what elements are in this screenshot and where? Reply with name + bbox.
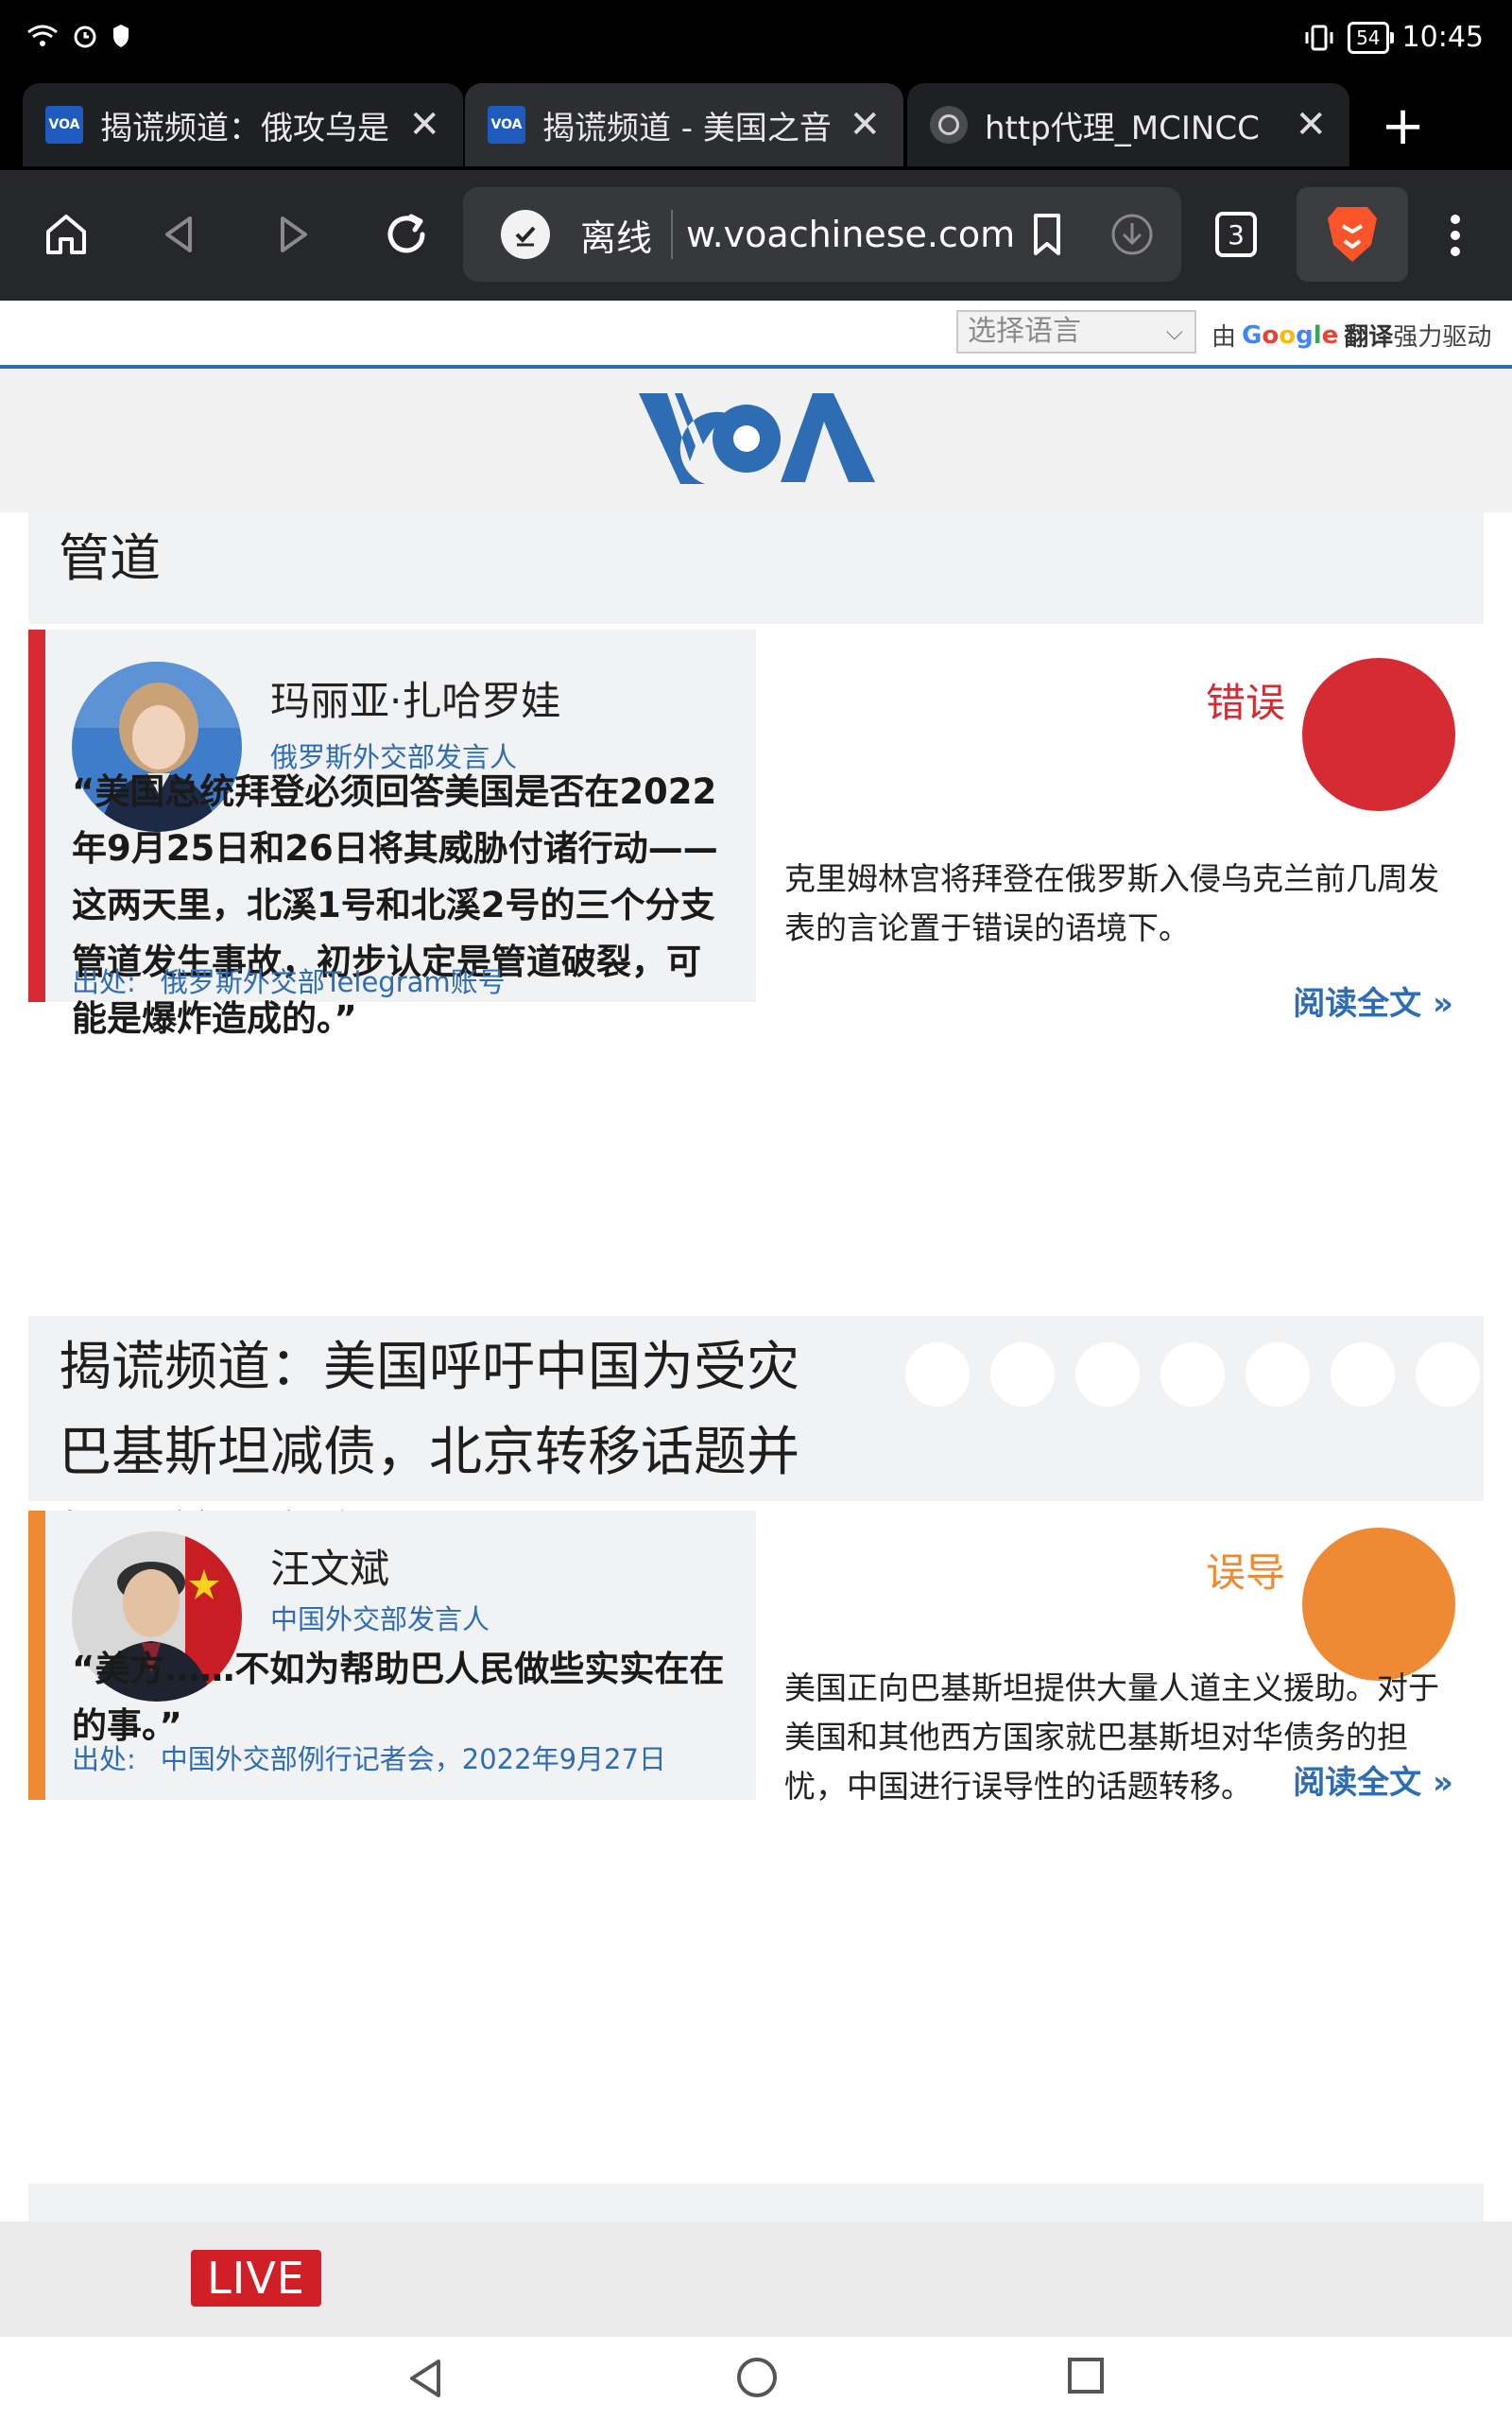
google-logo: Google — [1242, 320, 1339, 350]
back-arrow-icon[interactable] — [151, 206, 208, 263]
download-icon[interactable] — [1109, 212, 1155, 257]
verdict-color-bar — [28, 1511, 45, 1800]
rating-scale-dots — [905, 1342, 1480, 1407]
forward-arrow-icon[interactable] — [265, 206, 321, 263]
offline-label: 离线 — [580, 216, 653, 259]
close-icon[interactable]: ✕ — [849, 103, 881, 147]
wifi-icon — [27, 25, 58, 46]
verdict-color-bar — [28, 630, 45, 1002]
home-icon[interactable] — [38, 206, 94, 263]
quote-text: “美国总统拜登必须回答美国是否在2022年9月25日和26日将其威胁付诸行动——… — [72, 771, 718, 1039]
voa-favicon-icon: VOA — [45, 106, 83, 144]
offline-check-icon — [501, 210, 550, 259]
tab-strip: VOA 揭谎频道：俄攻乌是 ✕ VOA 揭谎频道 - 美国之音 ✕ http代理… — [0, 83, 1512, 170]
speaker-name: 玛丽亚·扎哈罗娃 — [270, 678, 561, 724]
battery-indicator: 54 — [1348, 21, 1395, 54]
language-select-placeholder: 选择语言 — [968, 315, 1081, 348]
shield-icon — [113, 25, 129, 47]
read-more-link[interactable]: 阅读全文 » — [1293, 1756, 1453, 1803]
address-bar[interactable]: 离线 w.voachinese.com — [463, 187, 1181, 282]
powered-by-google: 由 Google 翻译 强力驱动 — [1211, 320, 1492, 353]
article-title-box[interactable]: 管道 — [28, 512, 1484, 624]
clock: 10:45 — [1401, 21, 1484, 54]
language-select[interactable]: 选择语言 ⌵ — [956, 310, 1196, 354]
verdict-label: 错误 — [1205, 680, 1285, 726]
more-menu-icon[interactable] — [1446, 212, 1465, 263]
browser-toolbar: 离线 w.voachinese.com 3 — [0, 170, 1512, 301]
globe-icon — [930, 106, 968, 144]
article-title[interactable]: 管道 — [59, 516, 161, 591]
alarm-icon — [74, 26, 96, 48]
browser-tab-2-active[interactable]: VOA 揭谎频道 - 美国之音 ✕ — [465, 83, 903, 166]
brave-shields-icon[interactable] — [1297, 187, 1408, 282]
verdict-dot — [1302, 658, 1455, 811]
fact-check-list: 管道 玛丽亚·扎哈罗娃 俄罗斯外交部发言人 “美国总统拜登必须回答美国是否在20… — [0, 512, 1512, 2221]
live-button[interactable]: LIVE — [191, 2250, 321, 2307]
verdict-analysis: 克里姆林宫将拜登在俄罗斯入侵乌克兰前几周发表的言论置于错误的语境下。 — [784, 860, 1439, 946]
close-icon[interactable]: ✕ — [408, 103, 440, 147]
browser-tab-3[interactable]: http代理_MCINCC ✕ — [907, 83, 1349, 166]
read-more-link[interactable]: 阅读全文 » — [1293, 977, 1453, 1024]
new-tab-plus-icon[interactable]: + — [1381, 100, 1425, 153]
nav-recents-icon[interactable] — [1066, 2356, 1106, 2399]
quote-source: 出处: 中国外交部例行记者会，2022年9月27日 — [72, 1743, 666, 1775]
live-bar: LIVE — [0, 2221, 1512, 2337]
speaker-name: 汪文斌 — [270, 1546, 390, 1592]
tab-count-button[interactable]: 3 — [1215, 212, 1257, 257]
voa-favicon-icon: VOA — [488, 106, 525, 144]
chevron-down-icon: ⌵ — [1165, 319, 1183, 345]
bookmark-icon[interactable] — [1028, 212, 1066, 257]
article-title-box[interactable]: 揭谎频道：美国呼吁中国为受灾巴基斯坦减债，北京转移话题并扭曲美国角色 — [28, 1316, 1484, 1568]
quote-card: 汪文斌 中国外交部发言人 “美方……不如为帮助巴人民做些实实在在的事。” 出处:… — [28, 1511, 756, 1800]
tab-title: 揭谎频道 - 美国之音 — [542, 109, 832, 147]
translate-bar: 选择语言 ⌵ 由 Google 翻译 强力驱动 — [0, 301, 1512, 369]
verdict-label: 误导 — [1205, 1549, 1285, 1596]
quote-card: 玛丽亚·扎哈罗娃 俄罗斯外交部发言人 “美国总统拜登必须回答美国是否在2022年… — [28, 630, 756, 1039]
tab-title: 揭谎频道：俄攻乌是 — [100, 109, 389, 147]
quote-source: 出处: 俄罗斯外交部Telegram账号 — [72, 966, 506, 998]
reload-icon[interactable] — [378, 206, 435, 263]
nav-home-icon[interactable] — [735, 2356, 779, 2403]
browser-tab-1[interactable]: VOA 揭谎频道：俄攻乌是 ✕ — [23, 83, 463, 166]
nav-back-icon[interactable] — [404, 2356, 446, 2405]
voa-logo[interactable] — [639, 389, 875, 492]
article-title-box[interactable] — [28, 2184, 1484, 2221]
close-icon[interactable]: ✕ — [1295, 103, 1327, 147]
url-text[interactable]: w.voachinese.com — [686, 214, 1028, 255]
tab-title: http代理_MCINCC — [985, 109, 1260, 147]
status-bar: 54 10:45 — [0, 0, 1512, 83]
verdict-dot — [1302, 1528, 1455, 1681]
system-nav-bar — [0, 2337, 1512, 2420]
vibrate-icon — [1305, 25, 1333, 50]
site-header — [0, 369, 1512, 512]
speaker-role: 中国外交部发言人 — [270, 1603, 490, 1635]
